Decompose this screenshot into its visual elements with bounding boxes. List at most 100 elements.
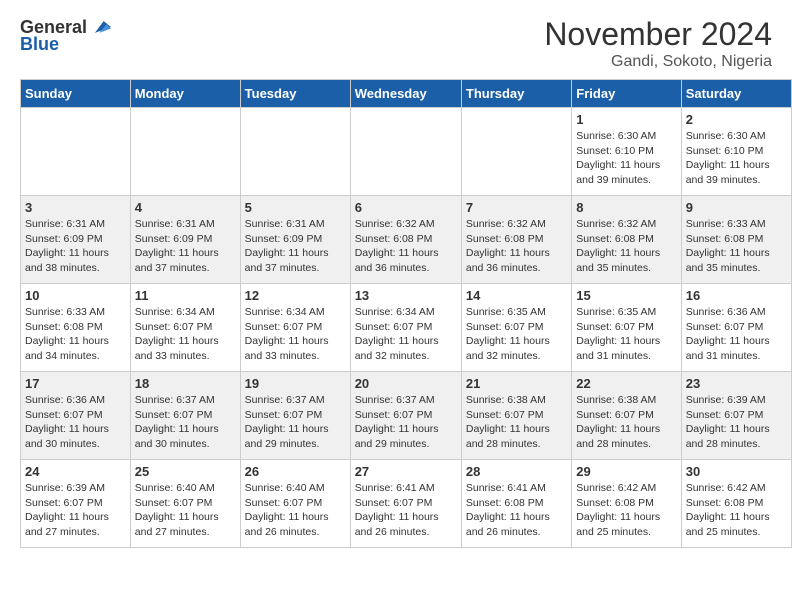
location: Gandi, Sokoto, Nigeria — [544, 53, 772, 71]
day-number: 7 — [466, 200, 567, 215]
day-number: 6 — [355, 200, 457, 215]
calendar-cell: 25 Sunrise: 6:40 AMSunset: 6:07 PMDayligh… — [130, 460, 240, 548]
calendar-cell: 29 Sunrise: 6:42 AMSunset: 6:08 PMDayligh… — [572, 460, 681, 548]
day-info: Sunrise: 6:31 AMSunset: 6:09 PMDaylight:… — [245, 217, 346, 276]
calendar-cell: 18 Sunrise: 6:37 AMSunset: 6:07 PMDayligh… — [130, 372, 240, 460]
calendar-cell: 11 Sunrise: 6:34 AMSunset: 6:07 PMDayligh… — [130, 284, 240, 372]
calendar-cell: 21 Sunrise: 6:38 AMSunset: 6:07 PMDayligh… — [461, 372, 571, 460]
calendar-cell: 10Sunrise: 6:33 AMSunset: 6:08 PMDayligh… — [21, 284, 131, 372]
day-info: Sunrise: 6:41 AMSunset: 6:08 PMDaylight:… — [466, 481, 567, 540]
day-number: 5 — [245, 200, 346, 215]
day-number: 1 — [576, 112, 676, 127]
day-info: Sunrise: 6:39 AMSunset: 6:07 PMDaylight:… — [686, 393, 787, 452]
day-info: Sunrise: 6:32 AMSunset: 6:08 PMDaylight:… — [576, 217, 676, 276]
calendar-cell: 13 Sunrise: 6:34 AMSunset: 6:07 PMDayligh… — [350, 284, 461, 372]
logo-blue-text: Blue — [20, 34, 59, 55]
day-info: Sunrise: 6:39 AMSunset: 6:07 PMDaylight:… — [25, 481, 126, 540]
calendar-cell — [130, 108, 240, 196]
calendar-cell: 4 Sunrise: 6:31 AMSunset: 6:09 PMDaylight… — [130, 196, 240, 284]
calendar-cell: 1Sunrise: 6:30 AMSunset: 6:10 PMDaylight… — [572, 108, 681, 196]
day-info: Sunrise: 6:33 AMSunset: 6:08 PMDaylight:… — [686, 217, 787, 276]
day-info: Sunrise: 6:42 AMSunset: 6:08 PMDaylight:… — [576, 481, 676, 540]
day-number: 14 — [466, 288, 567, 303]
calendar-header-friday: Friday — [572, 80, 681, 108]
calendar-cell: 19Sunrise: 6:37 AMSunset: 6:07 PMDayligh… — [240, 372, 350, 460]
calendar-cell: 20 Sunrise: 6:37 AMSunset: 6:07 PMDayligh… — [350, 372, 461, 460]
day-number: 13 — [355, 288, 457, 303]
day-number: 23 — [686, 376, 787, 391]
day-info: Sunrise: 6:37 AMSunset: 6:07 PMDaylight:… — [245, 393, 346, 452]
calendar-cell: 6 Sunrise: 6:32 AMSunset: 6:08 PMDaylight… — [350, 196, 461, 284]
day-info: Sunrise: 6:38 AMSunset: 6:07 PMDaylight:… — [576, 393, 676, 452]
day-number: 25 — [135, 464, 236, 479]
calendar-header-monday: Monday — [130, 80, 240, 108]
page-header: General Blue November 2024 Gandi, Sokoto… — [0, 0, 792, 79]
calendar-row: 17 Sunrise: 6:36 AMSunset: 6:07 PMDayligh… — [21, 372, 792, 460]
day-number: 2 — [686, 112, 787, 127]
day-number: 18 — [135, 376, 236, 391]
calendar-cell: 9 Sunrise: 6:33 AMSunset: 6:08 PMDaylight… — [681, 196, 791, 284]
calendar-table: SundayMondayTuesdayWednesdayThursdayFrid… — [20, 79, 792, 548]
day-number: 4 — [135, 200, 236, 215]
day-number: 22 — [576, 376, 676, 391]
calendar-cell: 27 Sunrise: 6:41 AMSunset: 6:07 PMDayligh… — [350, 460, 461, 548]
day-info: Sunrise: 6:33 AMSunset: 6:08 PMDaylight:… — [25, 305, 126, 364]
logo-icon — [89, 16, 111, 38]
calendar-row: 10Sunrise: 6:33 AMSunset: 6:08 PMDayligh… — [21, 284, 792, 372]
calendar-cell: 30 Sunrise: 6:42 AMSunset: 6:08 PMDayligh… — [681, 460, 791, 548]
day-info: Sunrise: 6:31 AMSunset: 6:09 PMDaylight:… — [135, 217, 236, 276]
day-number: 17 — [25, 376, 126, 391]
calendar-cell: 22 Sunrise: 6:38 AMSunset: 6:07 PMDayligh… — [572, 372, 681, 460]
day-info: Sunrise: 6:30 AMSunset: 6:10 PMDaylight:… — [686, 129, 787, 188]
day-info: Sunrise: 6:36 AMSunset: 6:07 PMDaylight:… — [686, 305, 787, 364]
calendar-row: 24Sunrise: 6:39 AMSunset: 6:07 PMDayligh… — [21, 460, 792, 548]
day-number: 12 — [245, 288, 346, 303]
calendar-cell: 8Sunrise: 6:32 AMSunset: 6:08 PMDaylight… — [572, 196, 681, 284]
calendar-header-wednesday: Wednesday — [350, 80, 461, 108]
calendar-header-saturday: Saturday — [681, 80, 791, 108]
calendar-header-sunday: Sunday — [21, 80, 131, 108]
calendar-cell: 17 Sunrise: 6:36 AMSunset: 6:07 PMDayligh… — [21, 372, 131, 460]
calendar-header-row: SundayMondayTuesdayWednesdayThursdayFrid… — [21, 80, 792, 108]
calendar-header-thursday: Thursday — [461, 80, 571, 108]
day-info: Sunrise: 6:41 AMSunset: 6:07 PMDaylight:… — [355, 481, 457, 540]
calendar-cell — [461, 108, 571, 196]
day-number: 3 — [25, 200, 126, 215]
day-number: 9 — [686, 200, 787, 215]
day-number: 26 — [245, 464, 346, 479]
day-info: Sunrise: 6:38 AMSunset: 6:07 PMDaylight:… — [466, 393, 567, 452]
day-info: Sunrise: 6:34 AMSunset: 6:07 PMDaylight:… — [135, 305, 236, 364]
day-number: 16 — [686, 288, 787, 303]
calendar-cell: 15 Sunrise: 6:35 AMSunset: 6:07 PMDayligh… — [572, 284, 681, 372]
day-info: Sunrise: 6:37 AMSunset: 6:07 PMDaylight:… — [355, 393, 457, 452]
calendar-cell: 26Sunrise: 6:40 AMSunset: 6:07 PMDayligh… — [240, 460, 350, 548]
day-number: 11 — [135, 288, 236, 303]
calendar-cell: 23 Sunrise: 6:39 AMSunset: 6:07 PMDayligh… — [681, 372, 791, 460]
day-info: Sunrise: 6:36 AMSunset: 6:07 PMDaylight:… — [25, 393, 126, 452]
calendar-cell: 16 Sunrise: 6:36 AMSunset: 6:07 PMDayligh… — [681, 284, 791, 372]
day-info: Sunrise: 6:31 AMSunset: 6:09 PMDaylight:… — [25, 217, 126, 276]
day-number: 20 — [355, 376, 457, 391]
day-info: Sunrise: 6:35 AMSunset: 6:07 PMDaylight:… — [576, 305, 676, 364]
day-info: Sunrise: 6:37 AMSunset: 6:07 PMDaylight:… — [135, 393, 236, 452]
day-info: Sunrise: 6:32 AMSunset: 6:08 PMDaylight:… — [466, 217, 567, 276]
calendar-header-tuesday: Tuesday — [240, 80, 350, 108]
logo: General Blue — [20, 16, 111, 55]
title-section: November 2024 Gandi, Sokoto, Nigeria — [544, 16, 772, 71]
day-info: Sunrise: 6:40 AMSunset: 6:07 PMDaylight:… — [135, 481, 236, 540]
calendar-cell: 12Sunrise: 6:34 AMSunset: 6:07 PMDayligh… — [240, 284, 350, 372]
day-number: 21 — [466, 376, 567, 391]
calendar-cell — [240, 108, 350, 196]
day-number: 28 — [466, 464, 567, 479]
calendar-cell: 28 Sunrise: 6:41 AMSunset: 6:08 PMDayligh… — [461, 460, 571, 548]
day-info: Sunrise: 6:42 AMSunset: 6:08 PMDaylight:… — [686, 481, 787, 540]
day-info: Sunrise: 6:32 AMSunset: 6:08 PMDaylight:… — [355, 217, 457, 276]
calendar-cell: 3 Sunrise: 6:31 AMSunset: 6:09 PMDaylight… — [21, 196, 131, 284]
day-number: 27 — [355, 464, 457, 479]
day-info: Sunrise: 6:34 AMSunset: 6:07 PMDaylight:… — [355, 305, 457, 364]
calendar-cell: 24Sunrise: 6:39 AMSunset: 6:07 PMDayligh… — [21, 460, 131, 548]
day-number: 15 — [576, 288, 676, 303]
month-title: November 2024 — [544, 16, 772, 53]
day-number: 29 — [576, 464, 676, 479]
day-number: 30 — [686, 464, 787, 479]
